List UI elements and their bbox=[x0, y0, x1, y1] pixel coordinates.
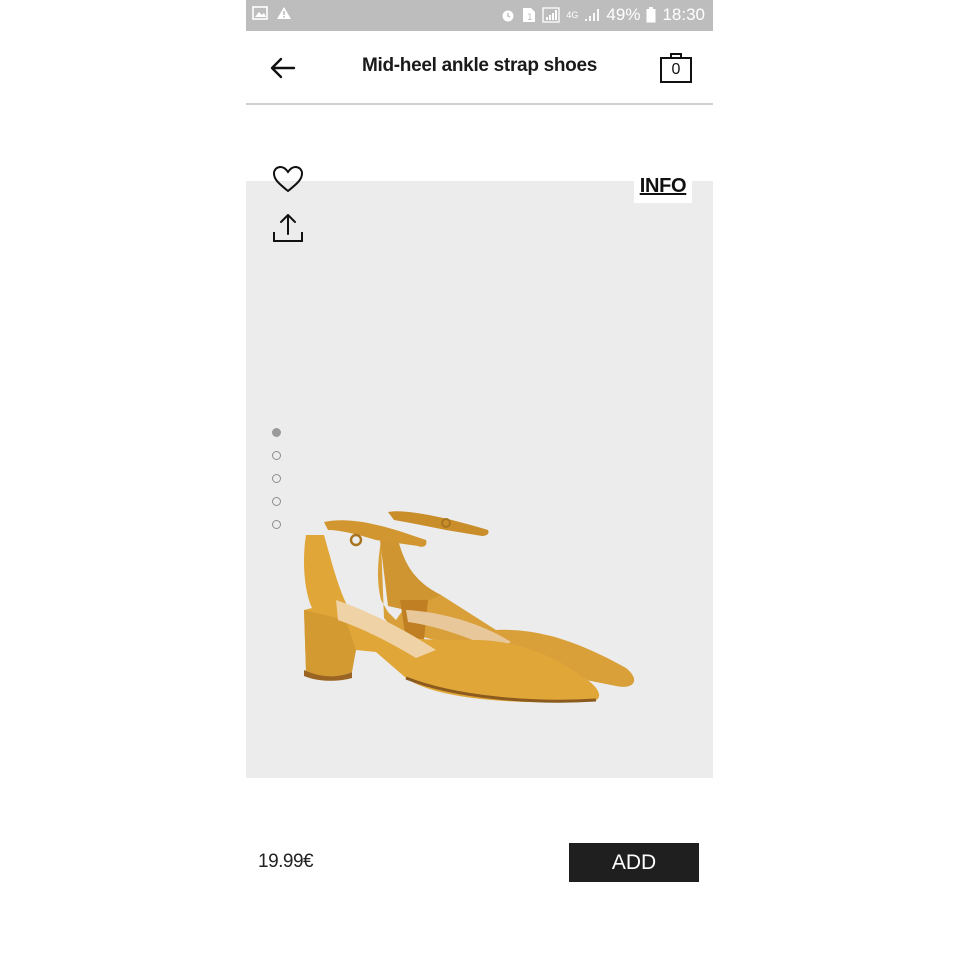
pager-dot[interactable] bbox=[272, 520, 281, 529]
top-bar: Mid-heel ankle strap shoes 0 bbox=[246, 31, 713, 105]
status-left-icons bbox=[252, 6, 292, 20]
network-type: 4G bbox=[566, 10, 579, 20]
alarm-icon bbox=[502, 10, 514, 22]
image-pager bbox=[272, 428, 281, 543]
add-to-bag-button[interactable]: ADD bbox=[569, 843, 699, 882]
svg-text:1: 1 bbox=[527, 13, 533, 23]
shopping-bag-button[interactable]: 0 bbox=[659, 51, 693, 85]
battery-percent: 49% bbox=[606, 5, 641, 24]
product-price: 19.99€ bbox=[258, 851, 314, 872]
info-button[interactable]: INFO bbox=[634, 170, 692, 203]
page-title: Mid-heel ankle strap shoes bbox=[361, 55, 598, 76]
status-bar: 1 4G 49% 18:30 bbox=[246, 0, 713, 31]
pager-dot[interactable] bbox=[272, 451, 281, 460]
pager-dot[interactable] bbox=[272, 474, 281, 483]
heart-icon[interactable] bbox=[272, 164, 304, 194]
pager-dot[interactable] bbox=[272, 428, 281, 437]
clock: 18:30 bbox=[662, 5, 705, 24]
phone-screen: 1 4G 49% 18:30 Mid-heel ankle strap shoe… bbox=[246, 0, 713, 960]
gallery-icon bbox=[252, 6, 268, 20]
sim-icon: 1 bbox=[523, 8, 536, 23]
product-photo-shoes bbox=[304, 511, 635, 703]
status-right-icons: 1 4G 49% 18:30 bbox=[500, 5, 705, 25]
pager-dot[interactable] bbox=[272, 497, 281, 506]
signal-bars-icon bbox=[585, 9, 600, 21]
battery-icon bbox=[646, 7, 656, 23]
signal-icon bbox=[542, 7, 561, 23]
share-icon[interactable] bbox=[272, 212, 304, 244]
warning-icon bbox=[277, 7, 291, 19]
bag-count: 0 bbox=[671, 61, 681, 78]
